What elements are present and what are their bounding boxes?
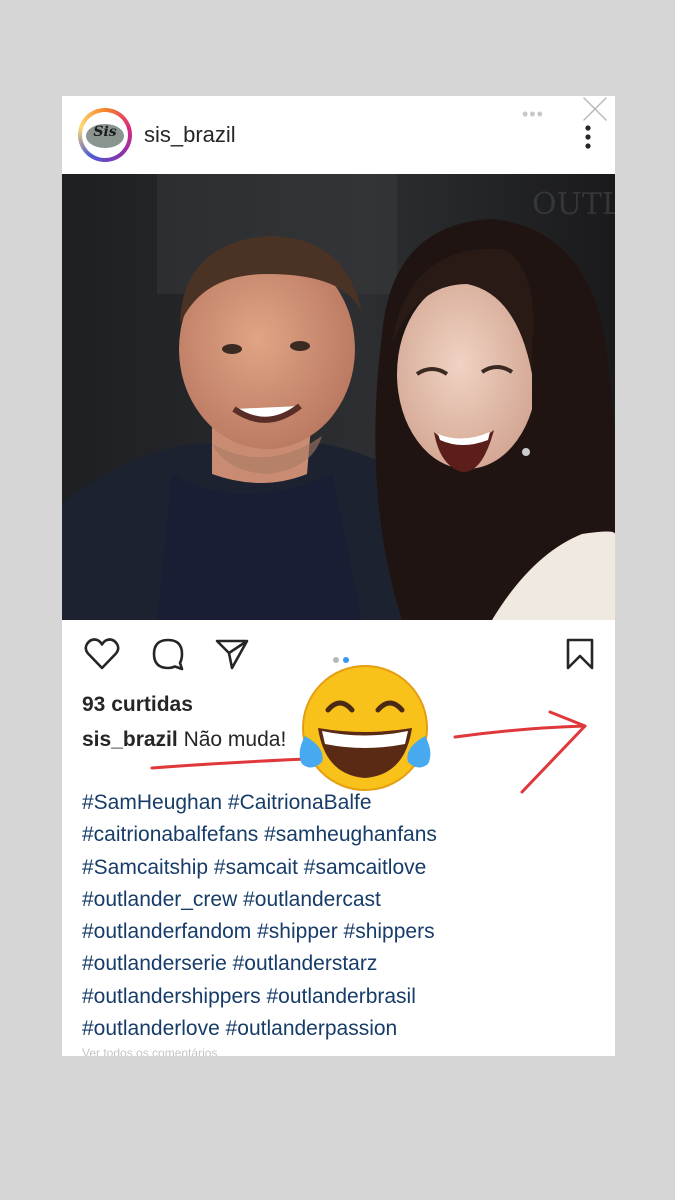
like-count[interactable]: 93 curtidas [82, 693, 193, 717]
avatar-image: Sis [82, 112, 128, 158]
comment-icon [152, 638, 184, 671]
caption-text: Não muda! [183, 728, 287, 751]
comment-button[interactable] [148, 636, 188, 672]
carousel-dot [333, 657, 339, 663]
caption: sis_brazil Não muda! [82, 728, 286, 752]
hashtag-line[interactable]: #outlanderfandom #shipper #shippers [82, 916, 602, 948]
caption-username[interactable]: sis_brazil [82, 728, 178, 751]
hashtag-line[interactable]: #SamHeughan #CaitrionaBalfe [82, 787, 602, 819]
send-icon [215, 639, 249, 670]
avatar[interactable]: Sis [78, 108, 132, 162]
hashtag-line[interactable]: #outlandershippers #outlanderbrasil [82, 981, 602, 1013]
post-username[interactable]: sis_brazil [144, 122, 236, 148]
hashtag-line[interactable]: #Samcaitship #samcait #samcaitlove [82, 852, 602, 884]
bookmark-icon [566, 638, 594, 670]
post-header: Sis sis_brazil ••• [62, 96, 615, 174]
hashtag-line[interactable]: #outlanderlove #outlanderpassion [82, 1013, 602, 1045]
heart-icon [84, 638, 120, 670]
share-button[interactable] [212, 636, 252, 672]
carousel-dot-active [343, 657, 349, 663]
avatar-logo-text: Sis [93, 124, 117, 140]
view-comments-link[interactable]: Ver todos os comentários [82, 1046, 217, 1056]
overlay-dots: ••• [522, 104, 544, 124]
hashtag-line[interactable]: #outlander_crew #outlandercast [82, 884, 602, 916]
post-photo[interactable]: OUTLAN [62, 174, 615, 620]
save-button[interactable] [560, 636, 600, 672]
instagram-post-card: Sis sis_brazil ••• OUTL 93 curtidas sis_… [62, 96, 615, 1056]
carousel-indicator [331, 650, 351, 668]
post-actions-bar [62, 620, 615, 690]
svg-text:OUTLAN: OUTLAN [532, 187, 615, 222]
hashtag-line[interactable]: #outlanderserie #outlanderstarz [82, 948, 602, 980]
hashtag-list: #SamHeughan #CaitrionaBalfe #caitrionaba… [82, 787, 602, 1045]
more-vertical-icon[interactable] [576, 124, 600, 150]
photo-illustration: OUTLAN [62, 174, 615, 620]
hashtag-line[interactable]: #caitrionabalfefans #samheughanfans [82, 819, 602, 851]
like-button[interactable] [82, 636, 122, 672]
close-icon[interactable] [580, 96, 610, 122]
